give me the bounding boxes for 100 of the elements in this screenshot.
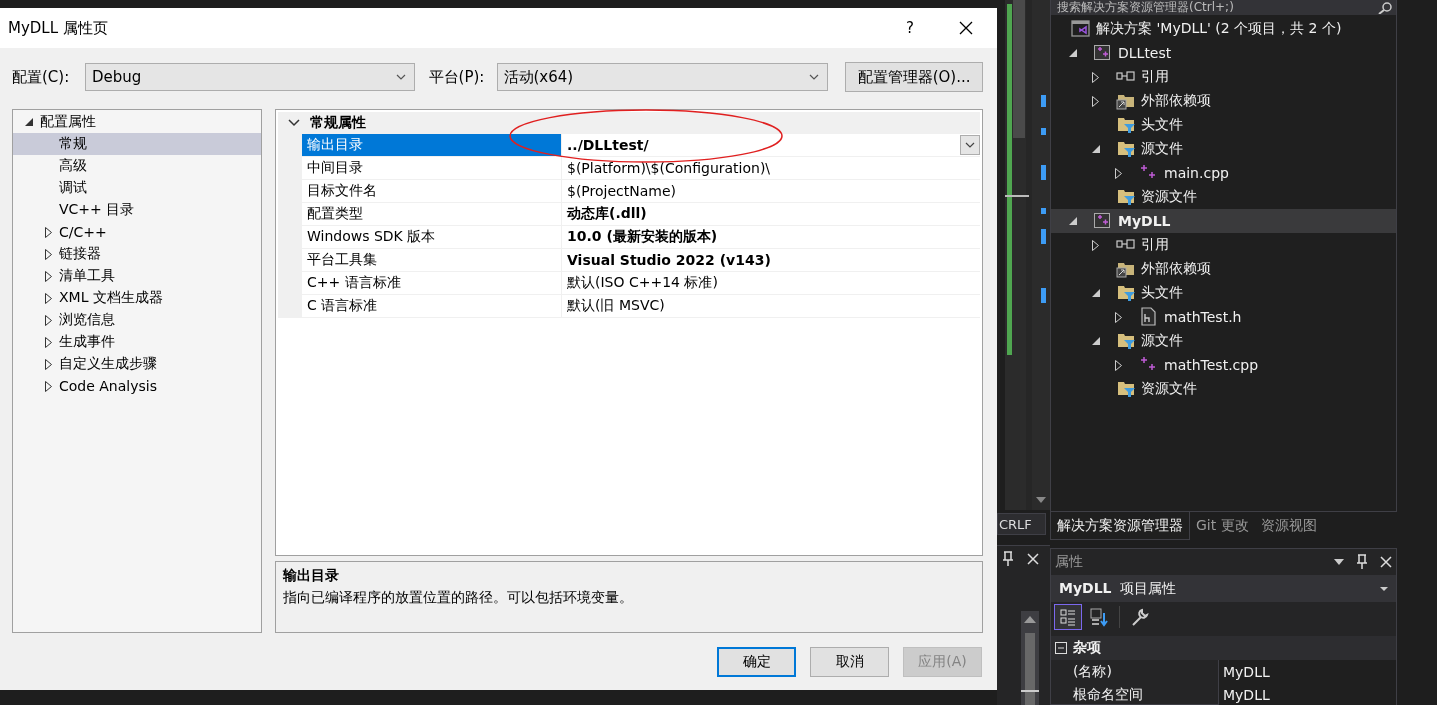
line-ending-indicator[interactable]: CRLF xyxy=(997,513,1046,535)
dialog-button[interactable]: 取消 xyxy=(810,647,889,677)
tree-item[interactable]: 头文件 xyxy=(1051,281,1396,305)
filter-folder-icon xyxy=(1116,379,1136,399)
close-icon xyxy=(959,21,973,35)
tree-item[interactable]: main.cpp xyxy=(1051,161,1396,185)
search-icon xyxy=(1378,1,1392,14)
panel-tab[interactable]: Git 更改 xyxy=(1190,512,1255,540)
dropdown-arrow-icon xyxy=(1380,586,1388,591)
close-icon[interactable] xyxy=(1380,556,1392,568)
expanded-triangle-icon xyxy=(25,118,33,126)
tree-item[interactable]: 调试 xyxy=(13,177,261,199)
tree-item[interactable]: VC++ 目录 xyxy=(13,199,261,221)
chevron-icon xyxy=(965,142,975,148)
property-value: 默认(旧 MSVC) xyxy=(567,297,665,315)
dialog-button[interactable]: 确定 xyxy=(717,647,796,677)
help-button[interactable]: ? xyxy=(885,8,935,48)
expanded-triangle-icon xyxy=(1092,337,1100,345)
collapsed-triangle-icon xyxy=(44,314,52,326)
pin-icon[interactable] xyxy=(1002,551,1014,567)
pin-icon[interactable] xyxy=(1356,554,1368,570)
property-name: 根命名空间 xyxy=(1072,684,1144,704)
property-name[interactable]: C++ 语言标准 xyxy=(302,272,562,295)
property-value: 10.0 (最新安装的版本) xyxy=(567,228,718,246)
collapsed-triangle-icon xyxy=(1092,239,1099,251)
expanded-triangle-icon xyxy=(1069,49,1077,57)
property-value: ../DLLtest/ xyxy=(567,137,649,153)
search-field[interactable]: 搜索解决方案资源管理器(Ctrl+;) xyxy=(1051,0,1396,15)
platform-label: 平台(P): xyxy=(428,67,486,87)
tree-item[interactable]: 引用 xyxy=(1051,65,1396,89)
project-icon xyxy=(1093,211,1113,231)
panel-title: 属性 xyxy=(1055,553,1084,571)
chevron-icon xyxy=(395,74,406,80)
filter-folder-icon xyxy=(1116,115,1136,135)
property-name[interactable]: 目标文件名 xyxy=(302,180,562,203)
property-name[interactable]: 中间目录 xyxy=(302,157,562,180)
category-header[interactable]: 杂项 xyxy=(1051,636,1396,660)
tree-item[interactable]: 高级 xyxy=(13,155,261,177)
property-value[interactable]: MyDLL xyxy=(1218,660,1396,683)
category-header[interactable]: 常规属性 xyxy=(278,112,980,134)
tree-item[interactable]: 链接器 xyxy=(13,243,261,265)
collapsed-triangle-icon xyxy=(1115,359,1122,371)
tree-item[interactable]: 资源文件 xyxy=(1051,377,1396,401)
description-text: 指向已编译程序的放置位置的路径。可以包括环境变量。 xyxy=(283,589,634,607)
property-name[interactable]: C 语言标准 xyxy=(302,295,562,318)
property-value: $(ProjectName) xyxy=(567,183,677,199)
property-name: (名称) xyxy=(1072,661,1113,681)
property-value[interactable]: MyDLL xyxy=(1218,683,1396,705)
filter-folder-icon xyxy=(1116,283,1136,303)
tree-item[interactable]: 资源文件 xyxy=(1051,185,1396,209)
collapsed-triangle-icon xyxy=(1115,311,1122,323)
tree-item[interactable]: 引用 xyxy=(1051,233,1396,257)
property-value: 默认(ISO C++14 标准) xyxy=(567,274,718,292)
filter-folder-icon xyxy=(1116,139,1136,159)
collapsed-triangle-icon xyxy=(1092,95,1099,107)
property-name[interactable]: 配置类型 xyxy=(302,203,562,226)
property-value: Visual Studio 2022 (v143) xyxy=(567,252,771,268)
categorized-icon xyxy=(1058,607,1078,627)
property-name[interactable]: Windows SDK 版本 xyxy=(302,226,562,249)
tree-item[interactable]: C/C++ xyxy=(13,221,261,243)
tree-item[interactable]: 浏览信息 xyxy=(13,309,261,331)
tree-item[interactable]: 常规 xyxy=(13,133,261,155)
collapsed-triangle-icon xyxy=(44,336,52,348)
tree-item[interactable]: 配置属性 xyxy=(13,111,261,133)
property-name[interactable]: 输出目录 xyxy=(302,134,562,157)
tree-item[interactable]: mathTest.h xyxy=(1051,305,1396,329)
panel-tab[interactable]: 资源视图 xyxy=(1254,512,1323,540)
panel-tab[interactable]: 解决方案资源管理器 xyxy=(1050,512,1190,540)
tree-item[interactable]: 解决方案 'MyDLL' (2 个项目，共 2 个) xyxy=(1051,17,1396,41)
object-type: 项目属性 xyxy=(1119,579,1176,596)
search-placeholder: 搜索解决方案资源管理器(Ctrl+;) xyxy=(1057,0,1234,15)
tree-item[interactable]: 自定义生成步骤 xyxy=(13,353,261,375)
property-name[interactable]: 平台工具集 xyxy=(302,249,562,272)
configuration-dropdown[interactable]: Debug xyxy=(84,63,415,91)
tree-item[interactable]: 源文件 xyxy=(1051,329,1396,353)
tree-item[interactable]: Code Analysis xyxy=(13,375,261,397)
project-icon xyxy=(1093,43,1113,63)
property-value: $(Platform)\$(Configuration)\ xyxy=(567,160,771,176)
tree-item[interactable]: 源文件 xyxy=(1051,137,1396,161)
collapse-icon xyxy=(1055,642,1067,654)
tree-item[interactable]: 生成事件 xyxy=(13,331,261,353)
tree-item[interactable]: mathTest.cpp xyxy=(1051,353,1396,377)
filter-folder-icon xyxy=(1116,331,1136,351)
tree-item[interactable]: 外部依赖项 xyxy=(1051,89,1396,113)
tree-item[interactable]: DLLtest xyxy=(1051,41,1396,65)
tree-item[interactable]: 头文件 xyxy=(1051,113,1396,137)
collapsed-triangle-icon xyxy=(44,380,52,392)
platform-dropdown[interactable]: 活动(x64) xyxy=(496,63,829,91)
tree-item[interactable]: MyDLL xyxy=(1051,209,1396,233)
dropdown-arrow-icon[interactable] xyxy=(1334,559,1344,565)
object-selector[interactable]: MyDLL 项目属性 xyxy=(1051,575,1396,602)
tree-item[interactable]: 外部依赖项 xyxy=(1051,257,1396,281)
tree-item[interactable]: 清单工具 xyxy=(13,265,261,287)
collapsed-triangle-icon xyxy=(44,270,52,282)
property-value: 动态库(.dll) xyxy=(567,205,647,223)
tree-item[interactable]: XML 文档生成器 xyxy=(13,287,261,309)
close-icon[interactable] xyxy=(1027,553,1039,565)
sort-icon xyxy=(1089,607,1109,627)
configuration-manager-button[interactable]: 配置管理器(O)... xyxy=(845,62,983,92)
collapsed-triangle-icon xyxy=(1115,167,1122,179)
